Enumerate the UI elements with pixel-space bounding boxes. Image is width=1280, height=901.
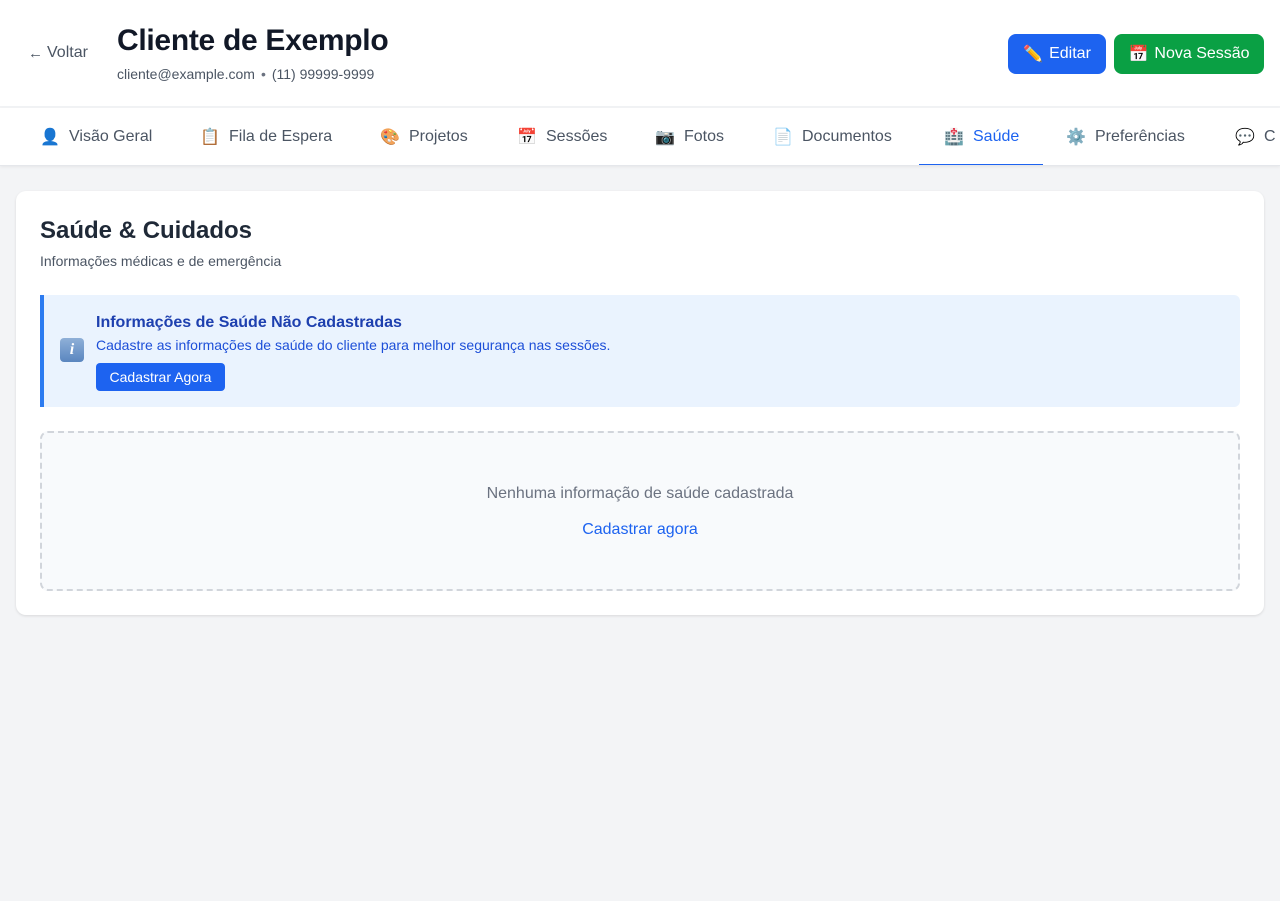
register-now-button[interactable]: Cadastrar Agora [96, 363, 225, 391]
tab-label: Saúde [973, 128, 1020, 145]
empty-state-message: Nenhuma informação de saúde cadastrada [486, 485, 794, 502]
register-now-link[interactable]: Cadastrar agora [42, 521, 1238, 539]
client-email: cliente@example.com [117, 66, 255, 82]
tab-label: Fotos [684, 128, 725, 145]
gear-icon: ⚙️ [1066, 129, 1086, 146]
speech-bubble-icon: 💬 [1235, 129, 1255, 146]
edit-button[interactable]: ✏️ Editar [1008, 34, 1106, 74]
contact-separator: • [260, 66, 266, 82]
document-icon: 📄 [773, 129, 793, 146]
section-title: Saúde & Cuidados [40, 217, 253, 244]
health-card: Saúde & Cuidados Informações médicas e d… [16, 191, 1264, 615]
clipboard-icon: 📋 [200, 129, 220, 146]
arrow-left-icon: ← [28, 44, 43, 62]
tab-documentos[interactable]: 📄 Documentos [772, 108, 892, 165]
calendar-icon: 📅 [1128, 46, 1149, 63]
empty-state: Nenhuma informação de saúde cadastrada C… [40, 431, 1240, 591]
palette-icon: 🎨 [380, 129, 400, 146]
tab-label: Projetos [409, 128, 468, 145]
new-session-label: Nova Sessão [1154, 45, 1250, 62]
tab-label: Fila de Espera [229, 128, 333, 145]
health-info-alert: i Informações de Saúde Não Cadastradas C… [40, 295, 1240, 407]
alert-message: Cadastre as informações de saúde do clie… [96, 337, 611, 353]
client-tabs: 👤 Visão Geral 📋 Fila de Espera 🎨 Projeto… [0, 108, 1280, 166]
tab-comunicacao[interactable]: 💬 C [1234, 108, 1276, 165]
section-subtitle: Informações médicas e de emergência [40, 253, 282, 269]
new-session-button[interactable]: 📅 Nova Sessão [1114, 34, 1264, 74]
tab-sessoes[interactable]: 📅 Sessões [516, 108, 608, 165]
alert-title: Informações de Saúde Não Cadastradas [96, 314, 402, 331]
tab-projetos[interactable]: 🎨 Projetos [379, 108, 468, 165]
back-label: Voltar [47, 44, 88, 61]
user-icon: 👤 [40, 129, 60, 146]
tab-label: Documentos [802, 128, 892, 145]
tab-label: Sessões [546, 128, 608, 145]
hospital-icon: 🏥 [944, 129, 964, 146]
calendar-icon: 📅 [517, 129, 537, 146]
tab-fotos[interactable]: 📷 Fotos [654, 108, 725, 165]
client-name: Cliente de Exemplo [117, 24, 389, 57]
tab-visao-geral[interactable]: 👤 Visão Geral [39, 108, 153, 165]
tab-label: Preferências [1095, 128, 1185, 145]
edit-label: Editar [1049, 45, 1091, 62]
tab-label: C [1264, 128, 1276, 145]
client-header: ← Voltar Cliente de Exemplo cliente@exam… [0, 0, 1280, 107]
info-icon: i [60, 338, 84, 362]
back-button[interactable]: ← Voltar [28, 44, 88, 62]
tab-label: Visão Geral [69, 128, 153, 145]
tab-saude[interactable]: 🏥 Saúde [918, 108, 1044, 165]
pencil-icon: ✏️ [1023, 46, 1044, 63]
camera-icon: 📷 [655, 129, 675, 146]
client-phone: (11) 99999-9999 [271, 66, 375, 82]
tab-preferencias[interactable]: ⚙️ Preferências [1065, 108, 1185, 165]
tab-fila-de-espera[interactable]: 📋 Fila de Espera [199, 108, 333, 165]
client-contact: cliente@example.com • (11) 99999-9999 [117, 66, 374, 82]
